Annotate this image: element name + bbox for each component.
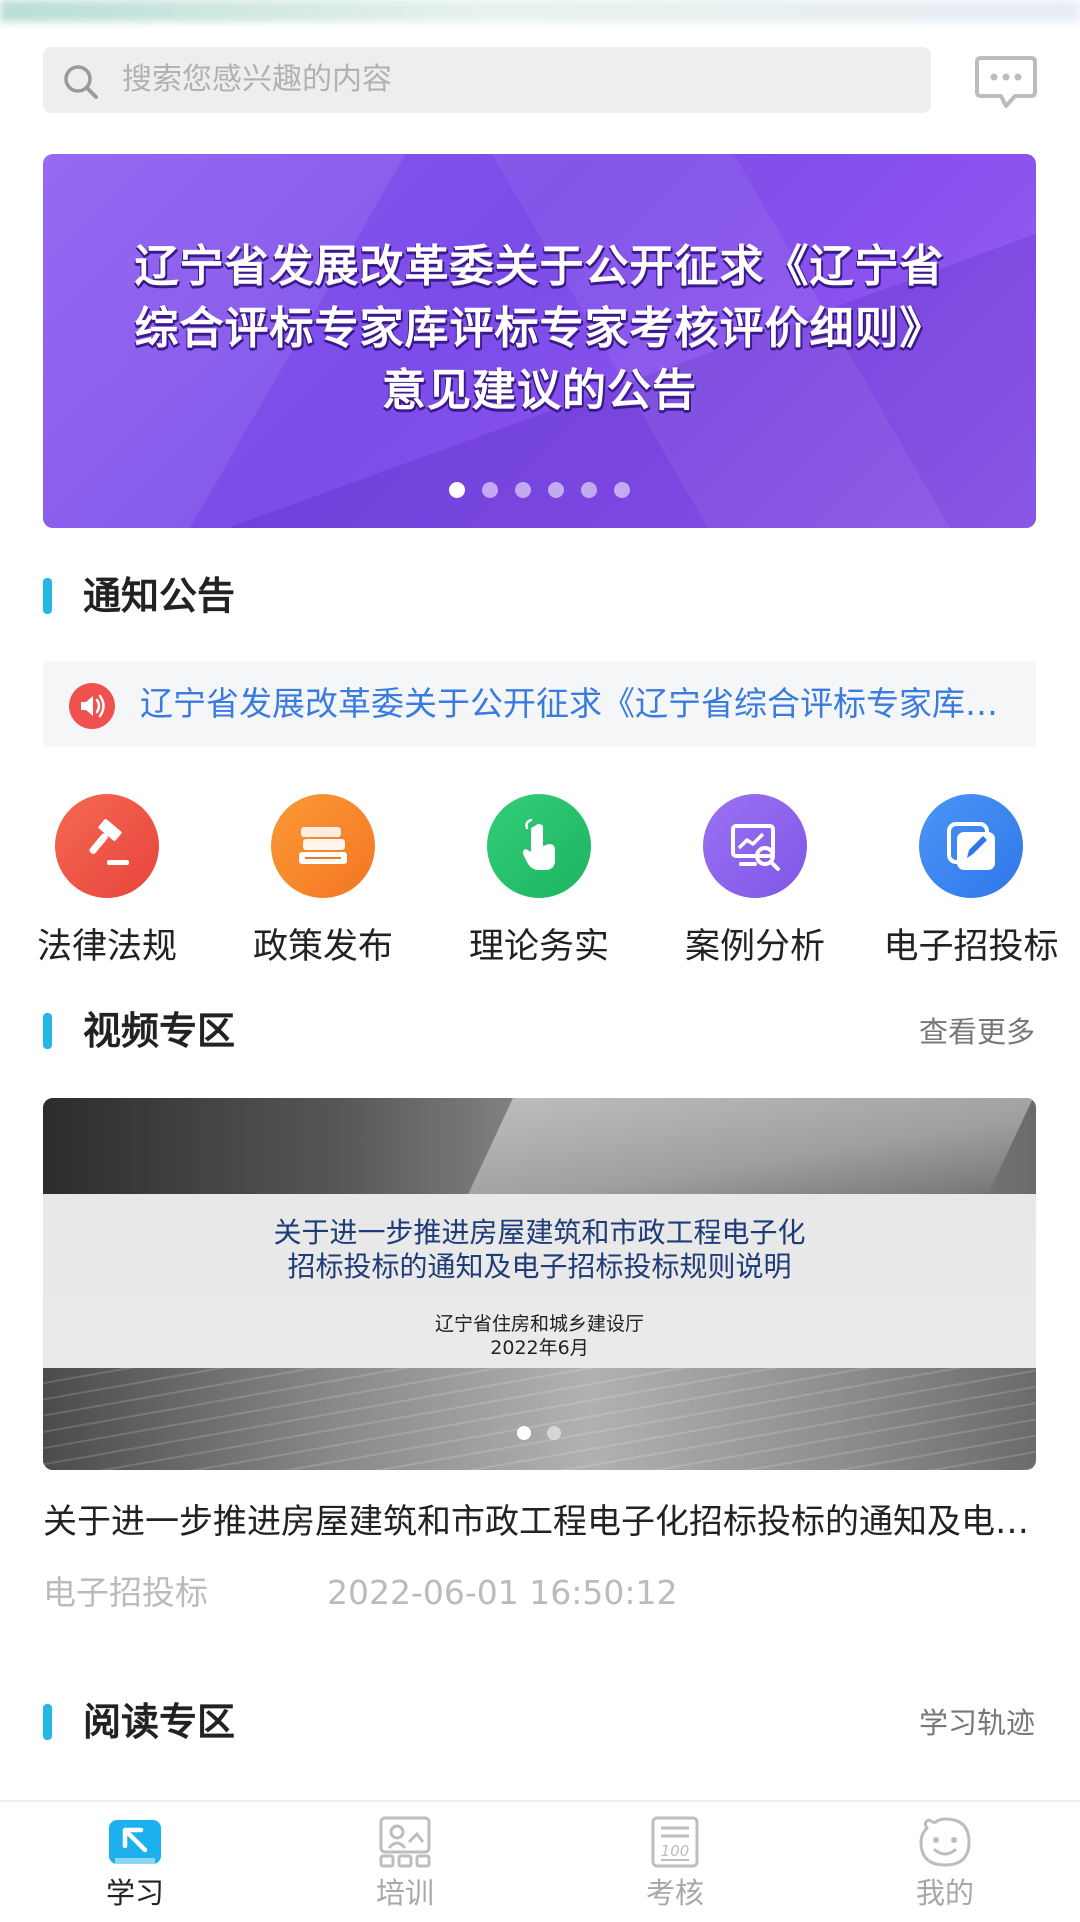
video-section-title: 视频专区 xyxy=(83,1009,236,1053)
svg-text:100: 100 xyxy=(661,1842,690,1860)
video-poster-org: 辽宁省住房和城乡建设厅 2022年6月 xyxy=(43,1312,1036,1360)
search-placeholder: 搜索您感兴趣的内容 xyxy=(122,62,392,97)
gavel-icon xyxy=(55,794,159,898)
tab-study[interactable]: 学习 xyxy=(0,1802,270,1922)
books-icon xyxy=(271,794,375,898)
category-label: 政策发布 xyxy=(252,927,393,967)
category-policy[interactable]: 政策发布 xyxy=(223,794,423,967)
notice-section-title: 通知公告 xyxy=(83,574,236,618)
tab-label: 学习 xyxy=(105,1876,164,1910)
video-poster-date: 2022年6月 xyxy=(490,1337,589,1359)
analysis-icon xyxy=(703,794,807,898)
tab-label: 考核 xyxy=(645,1876,704,1910)
category-label: 理论务实 xyxy=(468,927,609,967)
view-more-link[interactable]: 查看更多 xyxy=(919,1007,1035,1057)
training-icon xyxy=(379,1816,431,1868)
video-poster-photo-top xyxy=(43,1098,1036,1194)
touch-icon xyxy=(487,794,591,898)
banner-dot-1[interactable] xyxy=(449,482,465,498)
profile-icon xyxy=(919,1817,971,1867)
bottom-tab-bar: 学习 培训 100 考核 我的 xyxy=(0,1800,1080,1922)
video-carousel[interactable]: 关于进一步推进房屋建筑和市政工程电子化 招标投标的通知及电子招标投标规则说明 辽… xyxy=(43,1098,1036,1470)
category-label: 案例分析 xyxy=(684,927,825,967)
tab-training[interactable]: 培训 xyxy=(270,1802,540,1922)
banner-title: 辽宁省发展改革委关于公开征求《辽宁省 综合评标专家库评标专家考核评价细则》 意见… xyxy=(43,236,1036,422)
category-e-bidding[interactable]: 电子招投标 xyxy=(871,794,1071,967)
video-dot-1[interactable] xyxy=(517,1426,531,1440)
reading-section-title: 阅读专区 xyxy=(83,1700,236,1744)
search-icon xyxy=(64,65,98,99)
banner-dot-3[interactable] xyxy=(515,482,531,498)
banner-dot-2[interactable] xyxy=(482,482,498,498)
exam-icon: 100 xyxy=(651,1816,699,1868)
tab-profile[interactable]: 我的 xyxy=(810,1802,1080,1922)
study-icon xyxy=(109,1820,161,1864)
banner-pagination xyxy=(0,482,1080,502)
section-accent-bar xyxy=(43,1704,52,1740)
video-dot-2[interactable] xyxy=(547,1426,561,1440)
category-label: 法律法规 xyxy=(36,927,177,967)
notice-ticker[interactable]: 辽宁省发展改革委关于公开征求《辽宁省综合评标专家库评标专家考核评价细则》意见建议… xyxy=(43,661,1036,747)
banner-title-line: 意见建议的公告 xyxy=(382,365,697,416)
video-category: 电子招投标 xyxy=(43,1573,208,1612)
banner-dot-4[interactable] xyxy=(548,482,564,498)
banner-dot-5[interactable] xyxy=(581,482,597,498)
category-theory[interactable]: 理论务实 xyxy=(439,794,639,967)
edit-icon xyxy=(919,794,1023,898)
video-datetime: 2022-06-01 16:50:12 xyxy=(327,1573,678,1612)
video-poster-title-line: 招标投标的通知及电子招标投标规则说明 xyxy=(287,1250,792,1283)
learning-track-link[interactable]: 学习轨迹 xyxy=(919,1698,1035,1748)
category-cases[interactable]: 案例分析 xyxy=(655,794,855,967)
banner-title-line: 辽宁省发展改革委关于公开征求《辽宁省 xyxy=(134,241,945,292)
announcement-banner[interactable]: 辽宁省发展改革委关于公开征求《辽宁省 综合评标专家库评标专家考核评价细则》 意见… xyxy=(43,154,1036,528)
tab-label: 培训 xyxy=(375,1876,434,1910)
banner-title-line: 综合评标专家库评标专家考核评价细则》 xyxy=(134,303,945,354)
speaker-icon xyxy=(69,683,115,729)
search-bar[interactable]: 搜索您感兴趣的内容 xyxy=(43,47,931,113)
video-poster-org-name: 辽宁省住房和城乡建设厅 xyxy=(434,1313,644,1335)
notice-ticker-text: 辽宁省发展改革委关于公开征求《辽宁省综合评标专家库评标专家考核评价细则》意见建议… xyxy=(140,684,1000,723)
video-poster-panel: 关于进一步推进房屋建筑和市政工程电子化 招标投标的通知及电子招标投标规则说明 辽… xyxy=(43,1194,1036,1368)
video-poster-photo-bottom xyxy=(43,1368,1036,1470)
banner-dot-6[interactable] xyxy=(614,482,630,498)
section-accent-bar xyxy=(43,578,52,614)
section-accent-bar xyxy=(43,1013,52,1049)
message-icon[interactable] xyxy=(975,54,1037,110)
tab-exam[interactable]: 100 考核 xyxy=(540,1802,810,1922)
video-poster-title: 关于进一步推进房屋建筑和市政工程电子化 招标投标的通知及电子招标投标规则说明 xyxy=(43,1216,1036,1284)
tab-label: 我的 xyxy=(915,1876,974,1910)
status-bar-area xyxy=(0,0,1080,22)
video-caption[interactable]: 关于进一步推进房屋建筑和市政工程电子化招标投标的通知及电子招标投标规则说明 xyxy=(43,1497,1043,1547)
category-label: 电子招投标 xyxy=(883,927,1059,967)
laptop-image xyxy=(468,1098,1033,1194)
category-laws[interactable]: 法律法规 xyxy=(7,794,207,967)
video-poster-title-line: 关于进一步推进房屋建筑和市政工程电子化 xyxy=(273,1216,806,1249)
